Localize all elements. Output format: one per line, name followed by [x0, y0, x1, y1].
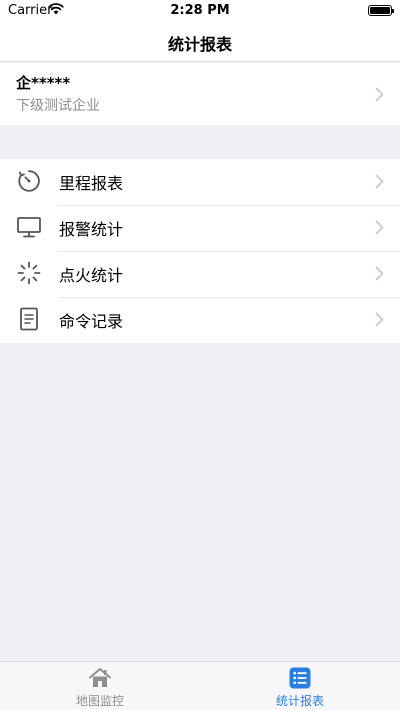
- menu-item-command-records[interactable]: 命令记录: [0, 297, 400, 343]
- chevron-right-icon: [375, 220, 384, 235]
- menu-item-mileage-report[interactable]: 里程报表: [0, 159, 400, 205]
- menu-item-alarm-statistics[interactable]: 报警统计: [0, 205, 400, 251]
- company-name: 企*****: [16, 74, 71, 92]
- spark-icon: [17, 261, 41, 285]
- status-time: 2:28 PM: [170, 3, 230, 18]
- speedometer-icon: [18, 170, 40, 192]
- tab-statistics-report[interactable]: 统计报表: [200, 662, 400, 710]
- screen: Carrier 2:28 PM 统计报表 企***** 下级测试企业 里程报表: [0, 0, 400, 710]
- menu-item-ignition-statistics[interactable]: 点火统计: [0, 251, 400, 297]
- report-menu-list: 里程报表 报警统计 点火统计 命令记录: [0, 159, 400, 343]
- menu-item-label: 命令记录: [59, 312, 124, 331]
- navigation-bar: 统计报表: [0, 22, 400, 62]
- tab-label: 地图监控: [75, 694, 124, 708]
- home-icon: [89, 668, 111, 687]
- menu-item-label: 点火统计: [59, 266, 124, 285]
- company-subtitle: 下级测试企业: [16, 98, 100, 114]
- tab-label: 统计报表: [275, 694, 324, 708]
- menu-item-label: 报警统计: [59, 220, 124, 239]
- list-icon: [289, 667, 311, 689]
- page-title: 统计报表: [167, 35, 232, 54]
- battery-icon: [368, 5, 394, 16]
- tab-map-monitoring[interactable]: 地图监控: [0, 662, 200, 710]
- status-bar: Carrier 2:28 PM: [0, 0, 400, 22]
- chevron-right-icon: [375, 312, 384, 327]
- chevron-right-icon: [375, 174, 384, 189]
- monitor-icon: [17, 217, 41, 238]
- document-icon: [20, 307, 38, 331]
- chevron-right-icon: [375, 266, 384, 281]
- tab-bar: 地图监控 统计报表: [0, 661, 400, 710]
- menu-item-label: 里程报表: [59, 174, 124, 193]
- chevron-right-icon: [375, 87, 384, 102]
- company-row[interactable]: 企***** 下级测试企业: [0, 63, 400, 125]
